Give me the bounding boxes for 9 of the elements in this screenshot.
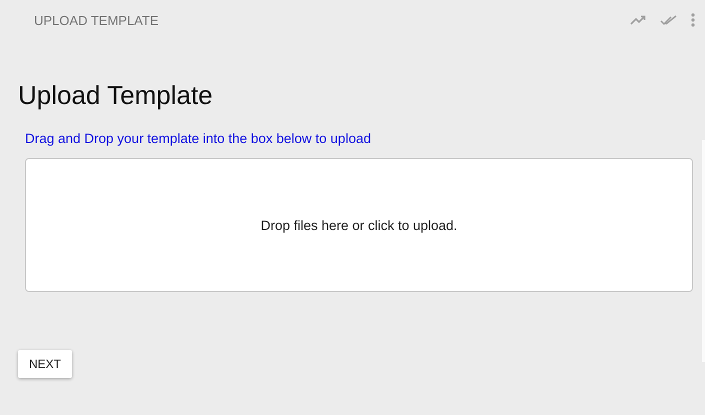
instructions-text: Drag and Drop your template into the box below to upload	[25, 131, 372, 146]
double-check-icon[interactable]	[660, 14, 677, 26]
more-icon[interactable]	[691, 13, 695, 27]
next-button[interactable]: NEXT	[18, 350, 72, 378]
dropzone-text: Drop files here or click to upload.	[260, 218, 458, 232]
dropzone[interactable]: Drop files here or click to upload.	[25, 158, 693, 292]
toolbar-title: UPLOAD TEMPLATE	[34, 12, 160, 28]
page-heading: Upload Template	[18, 80, 214, 111]
trend-icon[interactable]	[630, 15, 646, 25]
